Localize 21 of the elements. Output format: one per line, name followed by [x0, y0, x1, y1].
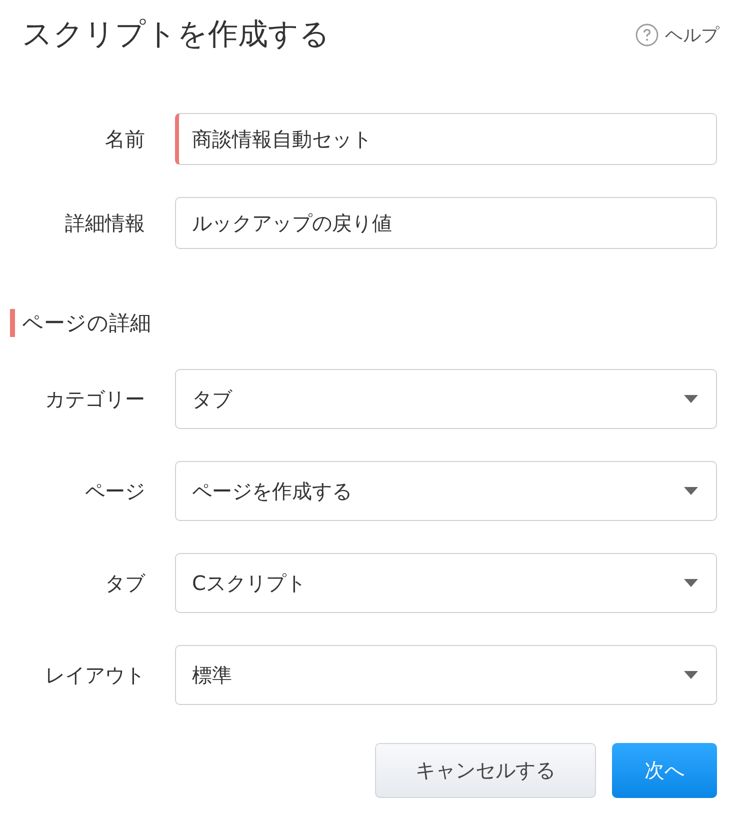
help-link[interactable]: ヘルプ: [635, 22, 719, 46]
section-heading: ページの詳細: [10, 309, 717, 337]
text-field[interactable]: ルックアップの戻り値: [175, 197, 717, 249]
field-label: タブ: [104, 570, 145, 596]
field-label: ページ: [84, 478, 145, 504]
field-label: 名前: [104, 126, 145, 152]
field-label: レイアウト: [44, 662, 145, 688]
dialog-title: スクリプトを作成する: [22, 16, 330, 54]
caret-icon: [684, 671, 698, 679]
dropdown[interactable]: ページを作成する: [175, 461, 717, 521]
caret-icon: [684, 579, 698, 587]
dropdown[interactable]: 標準: [175, 645, 717, 705]
dropdown[interactable]: Cスクリプト: [175, 553, 717, 613]
text-field[interactable]: 商談情報自動セット: [175, 113, 717, 165]
caret-icon: [684, 487, 698, 495]
field-label: 詳細情報: [64, 210, 145, 236]
cancel-button[interactable]: キャンセルする: [375, 743, 596, 798]
field-label: カテゴリー: [44, 386, 145, 412]
help-icon: [635, 22, 659, 46]
caret-icon: [684, 395, 698, 403]
dropdown[interactable]: タブ: [175, 369, 717, 429]
